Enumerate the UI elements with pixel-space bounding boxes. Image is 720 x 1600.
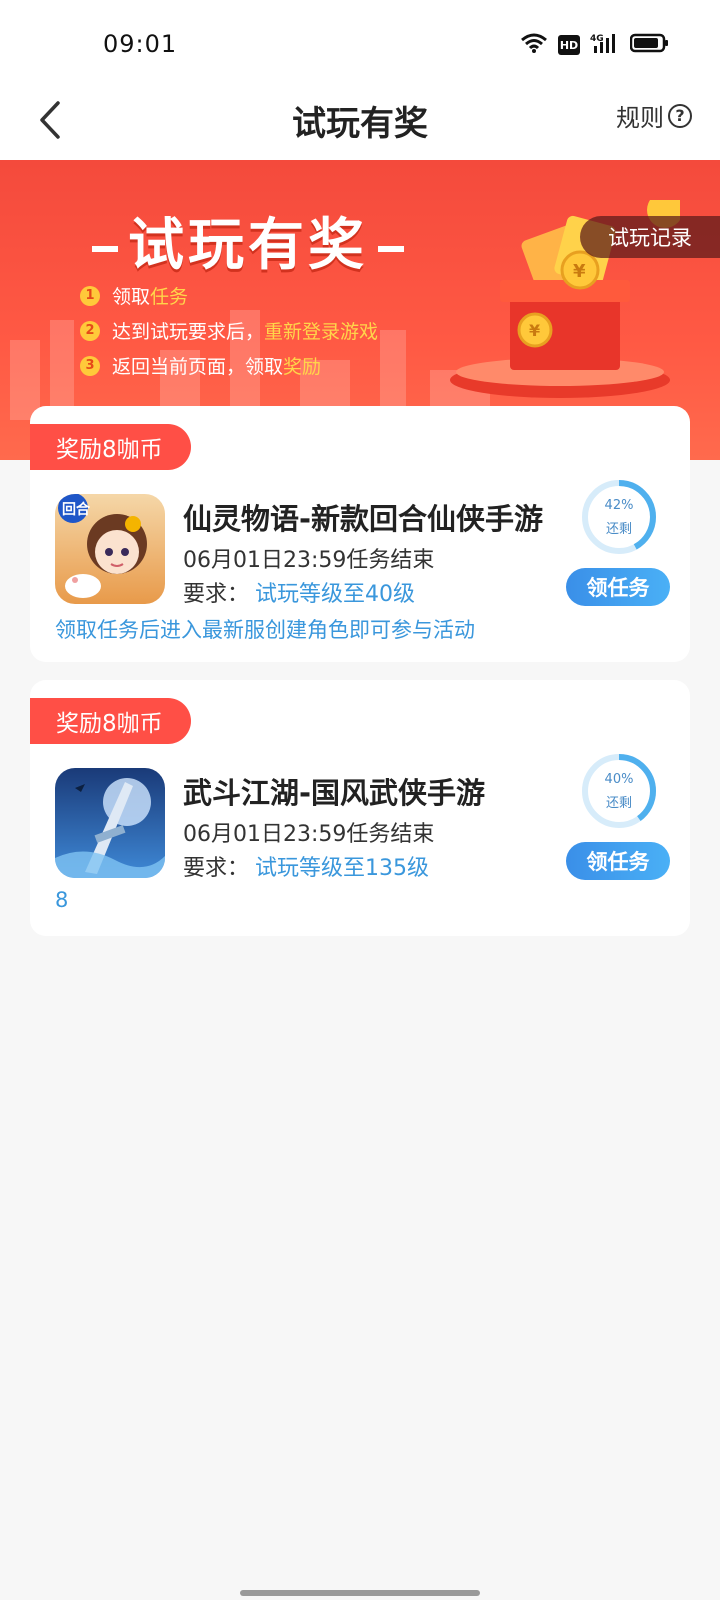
- steps-list: 1 领取 任务 2 达到试玩要求后， 重新登录游戏 3 返回当前页面，领取 奖励: [80, 278, 378, 383]
- banner-title-text: 试玩有奖: [128, 212, 368, 278]
- remaining-progress: 40% 还剩: [580, 752, 658, 830]
- requirement-value: 试玩等级至40级: [255, 582, 416, 607]
- task-requirement: 要求： 试玩等级至40级: [183, 576, 415, 608]
- signal-icon: 4G: [590, 32, 620, 58]
- game-icon[interactable]: 回合: [55, 494, 165, 604]
- rules-label: 规则: [616, 104, 664, 132]
- step-number: 2: [80, 320, 100, 341]
- home-indicator[interactable]: [240, 1590, 480, 1596]
- task-card: 奖励8咖币 武斗江湖-国风武侠手游 06月01日23:59任务结束 要求： 试玩等…: [30, 680, 690, 936]
- step-item: 1 领取 任务: [80, 278, 378, 313]
- wifi-icon: [520, 32, 548, 58]
- game-icon[interactable]: [55, 768, 165, 878]
- step-item: 3 返回当前页面，领取 奖励: [80, 348, 378, 383]
- step-text: 返回当前页面，领取: [112, 356, 284, 378]
- task-deadline: 06月01日23:59任务结束: [183, 548, 435, 573]
- requirement-label: 要求：: [183, 856, 250, 881]
- hd-icon: HD: [558, 35, 580, 55]
- step-text: 达到试玩要求后，: [112, 321, 265, 343]
- svg-text:¥: ¥: [529, 321, 540, 340]
- reward-tag: 奖励8咖币: [30, 698, 191, 744]
- requirement-value: 试玩等级至135级: [255, 856, 430, 881]
- title-bar: 试玩有奖 规则 ?: [0, 82, 720, 160]
- status-bar: 09:01 HD 4G: [0, 0, 720, 82]
- game-name: 仙灵物语-新款回合仙侠手游: [183, 502, 544, 536]
- step-number: 3: [80, 355, 100, 376]
- svg-text:回合: 回合: [62, 501, 91, 518]
- game-name: 武斗江湖-国风武侠手游: [183, 776, 486, 810]
- svg-text:¥: ¥: [573, 261, 586, 282]
- trial-record-button[interactable]: 试玩记录: [580, 216, 720, 258]
- requirement-label: 要求：: [183, 582, 250, 607]
- battery-icon: [629, 32, 670, 58]
- step-highlight: 任务: [150, 286, 189, 308]
- step-highlight: 重新登录游戏: [264, 321, 379, 343]
- remaining-percent: 42%: [604, 498, 634, 513]
- help-icon: ?: [668, 103, 692, 128]
- remaining-label: 还剩: [605, 796, 632, 811]
- remaining-label: 还剩: [605, 522, 632, 537]
- step-text: 领取: [112, 286, 151, 308]
- page-title: 试玩有奖: [292, 104, 428, 144]
- banner-title: 试玩有奖: [82, 200, 414, 281]
- claim-task-button[interactable]: 领任务: [566, 842, 670, 880]
- step-item: 2 达到试玩要求后， 重新登录游戏: [80, 313, 378, 348]
- task-note: 领取任务后进入最新服创建角色即可参与活动: [55, 618, 475, 642]
- task-note: 8: [55, 888, 69, 912]
- step-number: 1: [80, 285, 100, 306]
- reward-tag: 奖励8咖币: [30, 424, 191, 470]
- task-requirement: 要求： 试玩等级至135级: [183, 850, 429, 882]
- step-highlight: 奖励: [283, 356, 322, 378]
- task-card: 奖励8咖币 回合 仙灵物语-新款回合仙侠手游 06月01日23:59任务结束 要…: [30, 406, 690, 662]
- claim-task-button[interactable]: 领任务: [566, 568, 670, 606]
- status-time: 09:01: [103, 30, 178, 58]
- task-deadline: 06月01日23:59任务结束: [183, 822, 435, 847]
- status-icons: HD 4G: [520, 32, 670, 58]
- remaining-percent: 40%: [604, 772, 634, 787]
- remaining-progress: 42% 还剩: [580, 478, 658, 556]
- rules-button[interactable]: 规则 ?: [616, 98, 692, 133]
